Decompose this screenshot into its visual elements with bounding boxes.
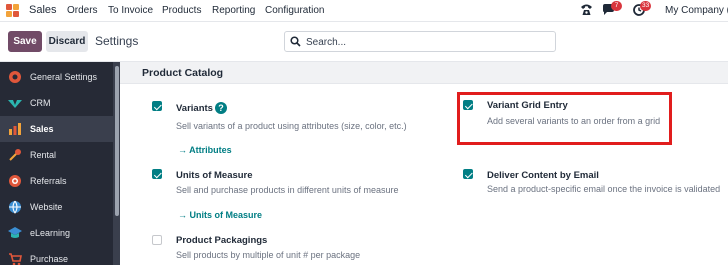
discard-button[interactable]: Discard [46, 31, 88, 52]
section-header: Product Catalog [120, 62, 728, 84]
messages-count-badge: 7 [611, 1, 622, 11]
menu-orders[interactable]: Orders [67, 5, 98, 16]
breadcrumb: Settings [95, 34, 139, 48]
units-of-measure-link[interactable]: → Units of Measure [178, 210, 262, 220]
sidebar-item-crm[interactable]: CRM [0, 90, 113, 116]
sales-app-icon[interactable] [6, 4, 20, 18]
menu-reporting[interactable]: Reporting [212, 5, 255, 16]
sidebar-item-general-settings[interactable]: General Settings [0, 64, 113, 90]
elearning-cap-icon [8, 226, 22, 240]
phone-icon[interactable] [580, 2, 593, 19]
sidebar-item-label: General Settings [30, 72, 98, 82]
settings-content: Product Catalog Variants ? Sell variants… [120, 62, 728, 265]
sidebar-item-label: Sales [30, 124, 54, 134]
sidebar-item-website[interactable]: Website [0, 194, 113, 220]
sidebar-item-referrals[interactable]: Referrals [0, 168, 113, 194]
sidebar-item-label: Referrals [30, 176, 67, 186]
sidebar-item-label: CRM [30, 98, 51, 108]
website-globe-icon [8, 200, 22, 214]
attributes-link[interactable]: → Attributes [178, 145, 232, 155]
variant-grid-checkbox[interactable] [463, 100, 473, 110]
top-navbar: Sales Orders To Invoice Products Reporti… [0, 0, 728, 22]
variants-description: Sell variants of a product using attribu… [176, 121, 407, 131]
menu-products[interactable]: Products [162, 5, 201, 16]
packagings-description: Sell products by multiple of unit # per … [176, 250, 361, 260]
sidebar-item-label: Rental [30, 150, 57, 160]
menu-configuration[interactable]: Configuration [265, 5, 324, 16]
packagings-title: Product Packagings [176, 235, 268, 246]
deliver-email-title: Deliver Content by Email [487, 170, 599, 181]
app-name[interactable]: Sales [29, 4, 57, 16]
sidebar-item-purchase[interactable]: Purchase [0, 246, 113, 265]
settings-sidebar: General Settings CRM Sales Rental Referr… [0, 62, 120, 265]
sidebar-item-sales[interactable]: Sales [0, 116, 113, 142]
deliver-email-description: Send a product-specific email once the i… [487, 184, 721, 194]
activities-count-badge: 33 [640, 1, 652, 11]
purchase-cart-icon [8, 252, 22, 265]
variants-title: Variants [176, 103, 213, 114]
referrals-icon [8, 174, 22, 188]
sidebar-item-elearning[interactable]: eLearning [0, 220, 113, 246]
search-bar[interactable] [284, 31, 556, 52]
section-title: Product Catalog [142, 67, 224, 79]
uom-description: Sell and purchase products in different … [176, 185, 399, 195]
company-switcher[interactable]: My Company (S [665, 5, 728, 16]
help-icon[interactable]: ? [215, 102, 227, 114]
sales-chart-icon [8, 122, 22, 136]
search-icon [290, 36, 301, 50]
deliver-email-checkbox[interactable] [463, 169, 473, 179]
sidebar-item-label: eLearning [30, 228, 71, 238]
crm-handshake-icon [8, 96, 22, 110]
uom-title: Units of Measure [176, 170, 253, 181]
save-button[interactable]: Save [8, 31, 42, 52]
search-input[interactable] [306, 35, 546, 49]
control-panel: Save Discard Settings [0, 22, 728, 62]
sidebar-scrollbar-thumb[interactable] [115, 66, 119, 216]
settings-gear-icon [8, 70, 22, 84]
variant-grid-description: Add several variants to an order from a … [487, 116, 661, 126]
packagings-checkbox[interactable] [152, 235, 162, 245]
sidebar-item-label: Website [30, 202, 63, 212]
menu-to-invoice[interactable]: To Invoice [108, 5, 153, 16]
sidebar-item-rental[interactable]: Rental [0, 142, 113, 168]
sidebar-item-label: Purchase [30, 254, 69, 264]
rental-key-icon [8, 148, 22, 162]
uom-checkbox[interactable] [152, 169, 162, 179]
variant-grid-title: Variant Grid Entry [487, 100, 568, 111]
variants-checkbox[interactable] [152, 101, 162, 111]
